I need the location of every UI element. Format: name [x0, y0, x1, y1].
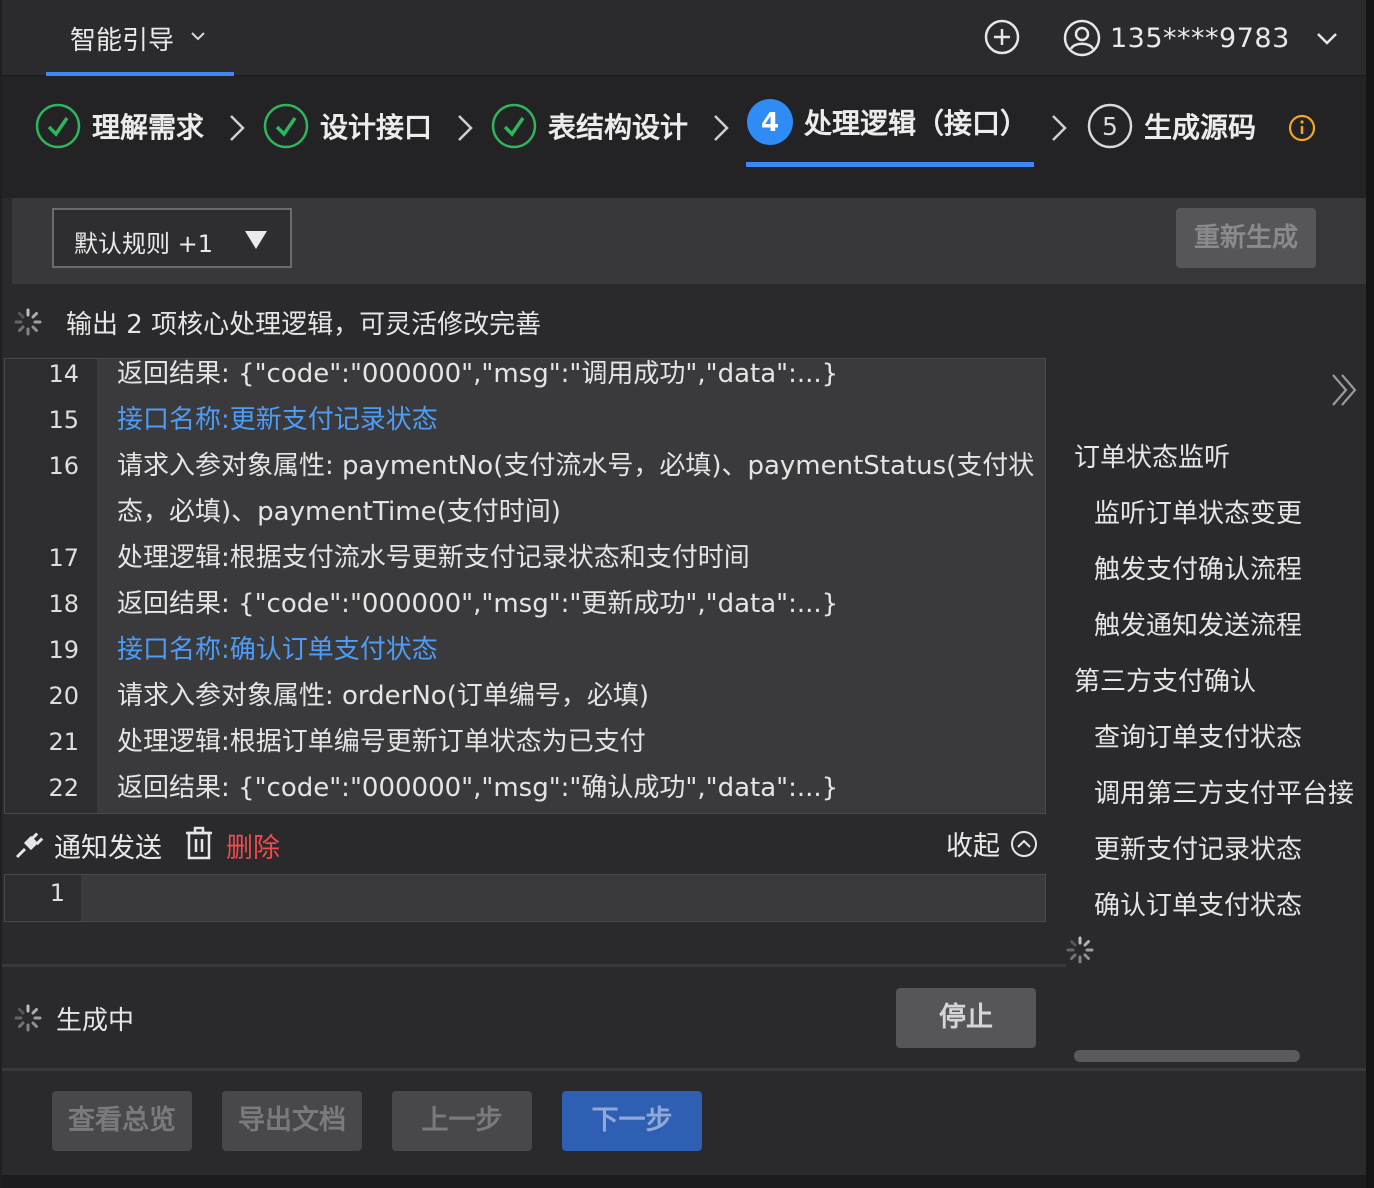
output-status-text: 输出 2 项核心处理逻辑，可灵活修改完善	[66, 309, 542, 340]
step-number: 4	[761, 108, 779, 138]
line-text: 处理逻辑:根据支付流水号更新支付记录状态和支付时间	[117, 543, 750, 573]
line-text: 返回结果: {"code":"000000","msg":"更新成功","dat…	[117, 589, 839, 619]
outline-item[interactable]: 查询订单支付状态	[1094, 716, 1302, 760]
stepper: 理解需求 设计接口 表结构设计 4 处理逻辑（接口） 5 生成源码	[2, 76, 1366, 198]
active-step-underline	[746, 162, 1034, 167]
export-doc-button[interactable]: 导出文档	[222, 1091, 362, 1151]
notify-editor[interactable]: 1	[4, 874, 1046, 922]
rule-select[interactable]: 默认规则 +1	[52, 208, 292, 268]
user-icon	[1063, 19, 1101, 57]
logic-editor[interactable]: 14 返回结果: {"code":"000000","msg":"调用成功","…	[4, 358, 1046, 814]
chevron-right-icon	[230, 115, 245, 141]
chevron-right-icon	[1052, 115, 1067, 141]
outline-item[interactable]: 触发通知发送流程	[1094, 604, 1302, 648]
outline-item[interactable]: 第三方支付确认	[1074, 660, 1256, 704]
line-number: 19	[48, 636, 79, 664]
user-phone: 135****9783	[1110, 22, 1290, 54]
line-number: 21	[48, 728, 79, 756]
line-text: 返回结果: {"code":"000000","msg":"调用成功","dat…	[117, 359, 839, 389]
spinner-icon	[1066, 936, 1094, 964]
outline-item[interactable]: 触发支付确认流程	[1094, 548, 1302, 592]
outline-scrollbar[interactable]	[1074, 1050, 1300, 1062]
outline-item[interactable]: 监听订单状态变更	[1094, 492, 1302, 536]
guide-tab-label: 智能引导	[70, 26, 175, 56]
stop-button[interactable]: 停止	[896, 988, 1036, 1048]
guide-tab[interactable]: 智能引导	[46, 0, 234, 76]
outline-item[interactable]: 确认订单支付状态	[1094, 884, 1302, 928]
check-circle-icon	[491, 103, 537, 149]
top-bar: 智能引导 135****9783	[2, 0, 1366, 76]
line-text: 请求入参对象属性: orderNo(订单编号，必填)	[117, 681, 649, 711]
line-number: 22	[48, 774, 79, 802]
rule-select-value: 默认规则 +1	[74, 230, 214, 258]
window-edge	[1366, 0, 1374, 1188]
outline-item[interactable]: 更新支付记录状态	[1094, 828, 1302, 872]
footer-bar: 查看总览 导出文档 上一步 下一步	[2, 1071, 1366, 1175]
divider	[2, 964, 1066, 967]
line-text: 返回结果: {"code":"000000","msg":"确认成功","dat…	[117, 773, 839, 803]
next-step-button[interactable]: 下一步	[562, 1091, 702, 1151]
step-logic[interactable]: 4 处理逻辑（接口）	[746, 96, 1028, 148]
generation-status: 生成中	[14, 996, 134, 1040]
trash-icon[interactable]	[184, 826, 214, 860]
generation-status-text: 生成中	[56, 1005, 135, 1036]
code-line: 16 请求入参对象属性: paymentNo(支付流水号，必填)、payment…	[5, 451, 1045, 543]
step-label: 表结构设计	[548, 111, 689, 144]
section-header: 通知发送 删除 收起	[10, 820, 1040, 870]
triangle-down-icon	[245, 231, 267, 249]
line-text: 接口名称:更新支付记录状态	[117, 405, 438, 435]
section-title: 通知发送	[54, 833, 162, 864]
output-status: 输出 2 项核心处理逻辑，可灵活修改完善	[14, 300, 541, 344]
step-design-api[interactable]: 设计接口	[262, 100, 432, 152]
code-line: 22 返回结果: {"code":"000000","msg":"确认成功","…	[5, 773, 1045, 813]
collapse-button[interactable]: 收起	[946, 824, 1038, 863]
collapse-label: 收起	[946, 831, 1000, 862]
delete-button[interactable]: 删除	[226, 826, 280, 865]
line-number: 17	[48, 544, 79, 572]
user-menu[interactable]: 135****9783	[1062, 16, 1340, 60]
step-label: 设计接口	[320, 111, 433, 144]
chevron-right-icon	[714, 115, 729, 141]
step-table-design[interactable]: 表结构设计	[490, 100, 688, 152]
regenerate-button[interactable]: 重新生成	[1176, 208, 1316, 268]
step-understand[interactable]: 理解需求	[34, 100, 204, 152]
line-number: 16	[48, 452, 79, 480]
info-icon[interactable]	[1288, 114, 1316, 142]
plug-icon	[15, 832, 44, 859]
view-overview-button[interactable]: 查看总览	[52, 1091, 192, 1151]
chevron-right-icon	[458, 115, 473, 141]
outline-item[interactable]: 调用第三方支付平台接	[1094, 772, 1366, 816]
plus-circle-icon[interactable]	[982, 17, 1022, 57]
step-number-badge: 4	[747, 99, 793, 145]
outline-item[interactable]: 订单状态监听	[1074, 436, 1230, 480]
step-label: 理解需求	[92, 111, 205, 144]
chevron-down-icon	[191, 32, 205, 41]
collapse-up-icon	[1011, 830, 1037, 857]
step-label: 处理逻辑（接口）	[804, 107, 1029, 140]
line-text: 处理逻辑:根据订单编号更新订单状态为已支付	[117, 727, 646, 757]
step-generate-source[interactable]: 5 生成源码	[1086, 100, 1256, 152]
line-text: 请求入参对象属性: paymentNo(支付流水号，必填)、paymentSta…	[117, 451, 1035, 527]
line-number: 1	[49, 879, 65, 907]
prev-step-button[interactable]: 上一步	[392, 1091, 532, 1151]
line-text: 接口名称:确认订单支付状态	[117, 635, 438, 665]
line-number: 14	[48, 360, 79, 388]
rule-bar: 默认规则 +1 重新生成	[12, 198, 1366, 284]
step-number: 5	[1102, 112, 1118, 141]
app-window: 智能引导 135****9783 理解需求 设计接口 表结构设计 4 处理逻辑（…	[2, 0, 1366, 1188]
step-number-badge: 5	[1087, 103, 1133, 149]
line-number: 15	[48, 406, 79, 434]
step-label: 生成源码	[1144, 111, 1257, 144]
double-chevron-right-icon[interactable]	[1328, 372, 1360, 408]
line-number: 18	[48, 590, 79, 618]
chevron-down-icon	[1316, 33, 1337, 45]
spinner-icon	[14, 1004, 42, 1032]
spinner-icon	[14, 308, 42, 336]
line-number: 20	[48, 682, 79, 710]
bottom-strip	[2, 1175, 1366, 1188]
check-circle-icon	[263, 103, 309, 149]
check-circle-icon	[35, 103, 81, 149]
